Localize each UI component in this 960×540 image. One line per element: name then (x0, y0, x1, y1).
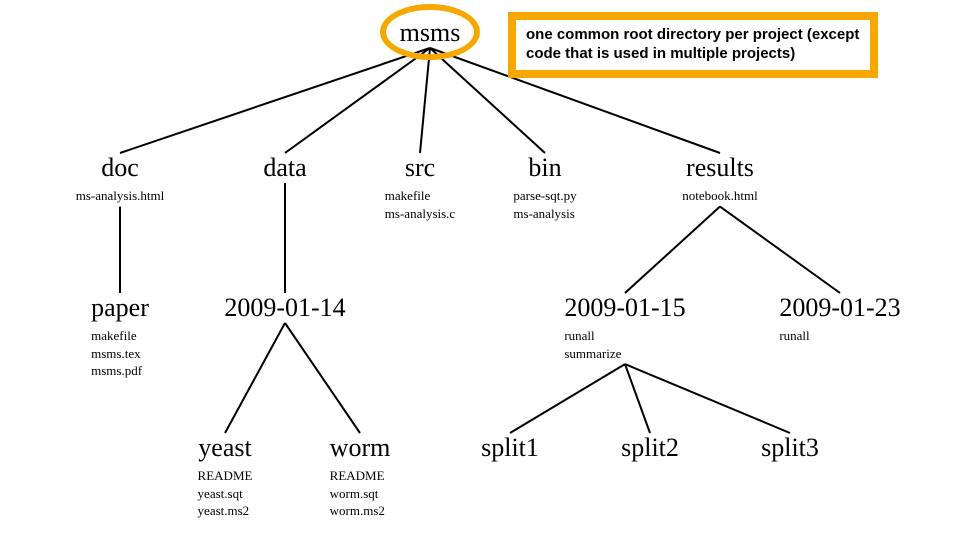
node-yeast-label: yeast (198, 435, 253, 461)
node-paper-label: paper (91, 295, 149, 321)
file-entry: msms.tex (91, 345, 149, 363)
file-entry: makefile (91, 327, 149, 345)
node-doc-files: ms-analysis.html (76, 187, 164, 205)
file-entry: yeast.ms2 (198, 502, 253, 520)
file-entry: yeast.sqt (198, 485, 253, 503)
file-entry: parse-sqt.py (513, 187, 576, 205)
node-2009-01-23-label: 2009-01-23 (779, 295, 900, 321)
file-entry: ms-analysis (513, 205, 576, 223)
file-entry: notebook.html (682, 187, 757, 205)
node-split1: split1 (481, 435, 539, 461)
file-entry: ms-analysis.c (385, 205, 455, 223)
node-doc: doc ms-analysis.html (76, 155, 164, 205)
node-data-label: data (263, 155, 306, 181)
node-bin-files: parse-sqt.pyms-analysis (513, 187, 576, 222)
file-entry: summarize (564, 345, 685, 363)
callout-text: one common root directory per project (e… (516, 20, 870, 70)
node-worm-files: READMEworm.sqtworm.ms2 (330, 467, 391, 520)
node-yeast-files: READMEyeast.sqtyeast.ms2 (198, 467, 253, 520)
node-worm: worm READMEworm.sqtworm.ms2 (330, 435, 391, 520)
node-2009-01-23: 2009-01-23 runall (779, 295, 900, 345)
node-doc-label: doc (76, 155, 164, 181)
file-entry: ms-analysis.html (76, 187, 164, 205)
file-entry: msms.pdf (91, 362, 149, 380)
file-entry: runall (564, 327, 685, 345)
node-bin: bin parse-sqt.pyms-analysis (513, 155, 576, 222)
node-src-files: makefilems-analysis.c (385, 187, 455, 222)
file-entry: makefile (385, 187, 455, 205)
node-root: msms (400, 20, 461, 46)
node-src-label: src (385, 155, 455, 181)
node-split1-label: split1 (481, 435, 539, 461)
node-2009-01-15: 2009-01-15 runallsummarize (564, 295, 685, 362)
node-results-files: notebook.html (682, 187, 757, 205)
file-entry: README (330, 467, 391, 485)
node-paper: paper makefilemsms.texmsms.pdf (91, 295, 149, 380)
file-entry: runall (779, 327, 900, 345)
node-2009-01-15-files: runallsummarize (564, 327, 685, 362)
node-split2: split2 (621, 435, 679, 461)
node-results: results notebook.html (682, 155, 757, 205)
node-root-label: msms (400, 20, 461, 46)
diagram-stage: one common root directory per project (e… (0, 0, 960, 540)
node-2009-01-23-files: runall (779, 327, 900, 345)
node-data: data (263, 155, 306, 181)
node-yeast: yeast READMEyeast.sqtyeast.ms2 (198, 435, 253, 520)
node-paper-files: makefilemsms.texmsms.pdf (91, 327, 149, 380)
node-2009-01-14: 2009-01-14 (224, 295, 345, 321)
node-2009-01-14-label: 2009-01-14 (224, 295, 345, 321)
node-2009-01-15-label: 2009-01-15 (564, 295, 685, 321)
node-bin-label: bin (513, 155, 576, 181)
node-split3: split3 (761, 435, 819, 461)
node-results-label: results (682, 155, 757, 181)
node-worm-label: worm (330, 435, 391, 461)
file-entry: README (198, 467, 253, 485)
file-entry: worm.sqt (330, 485, 391, 503)
file-entry: worm.ms2 (330, 502, 391, 520)
node-split3-label: split3 (761, 435, 819, 461)
callout-box: one common root directory per project (e… (508, 12, 878, 78)
node-src: src makefilems-analysis.c (385, 155, 455, 222)
node-split2-label: split2 (621, 435, 679, 461)
